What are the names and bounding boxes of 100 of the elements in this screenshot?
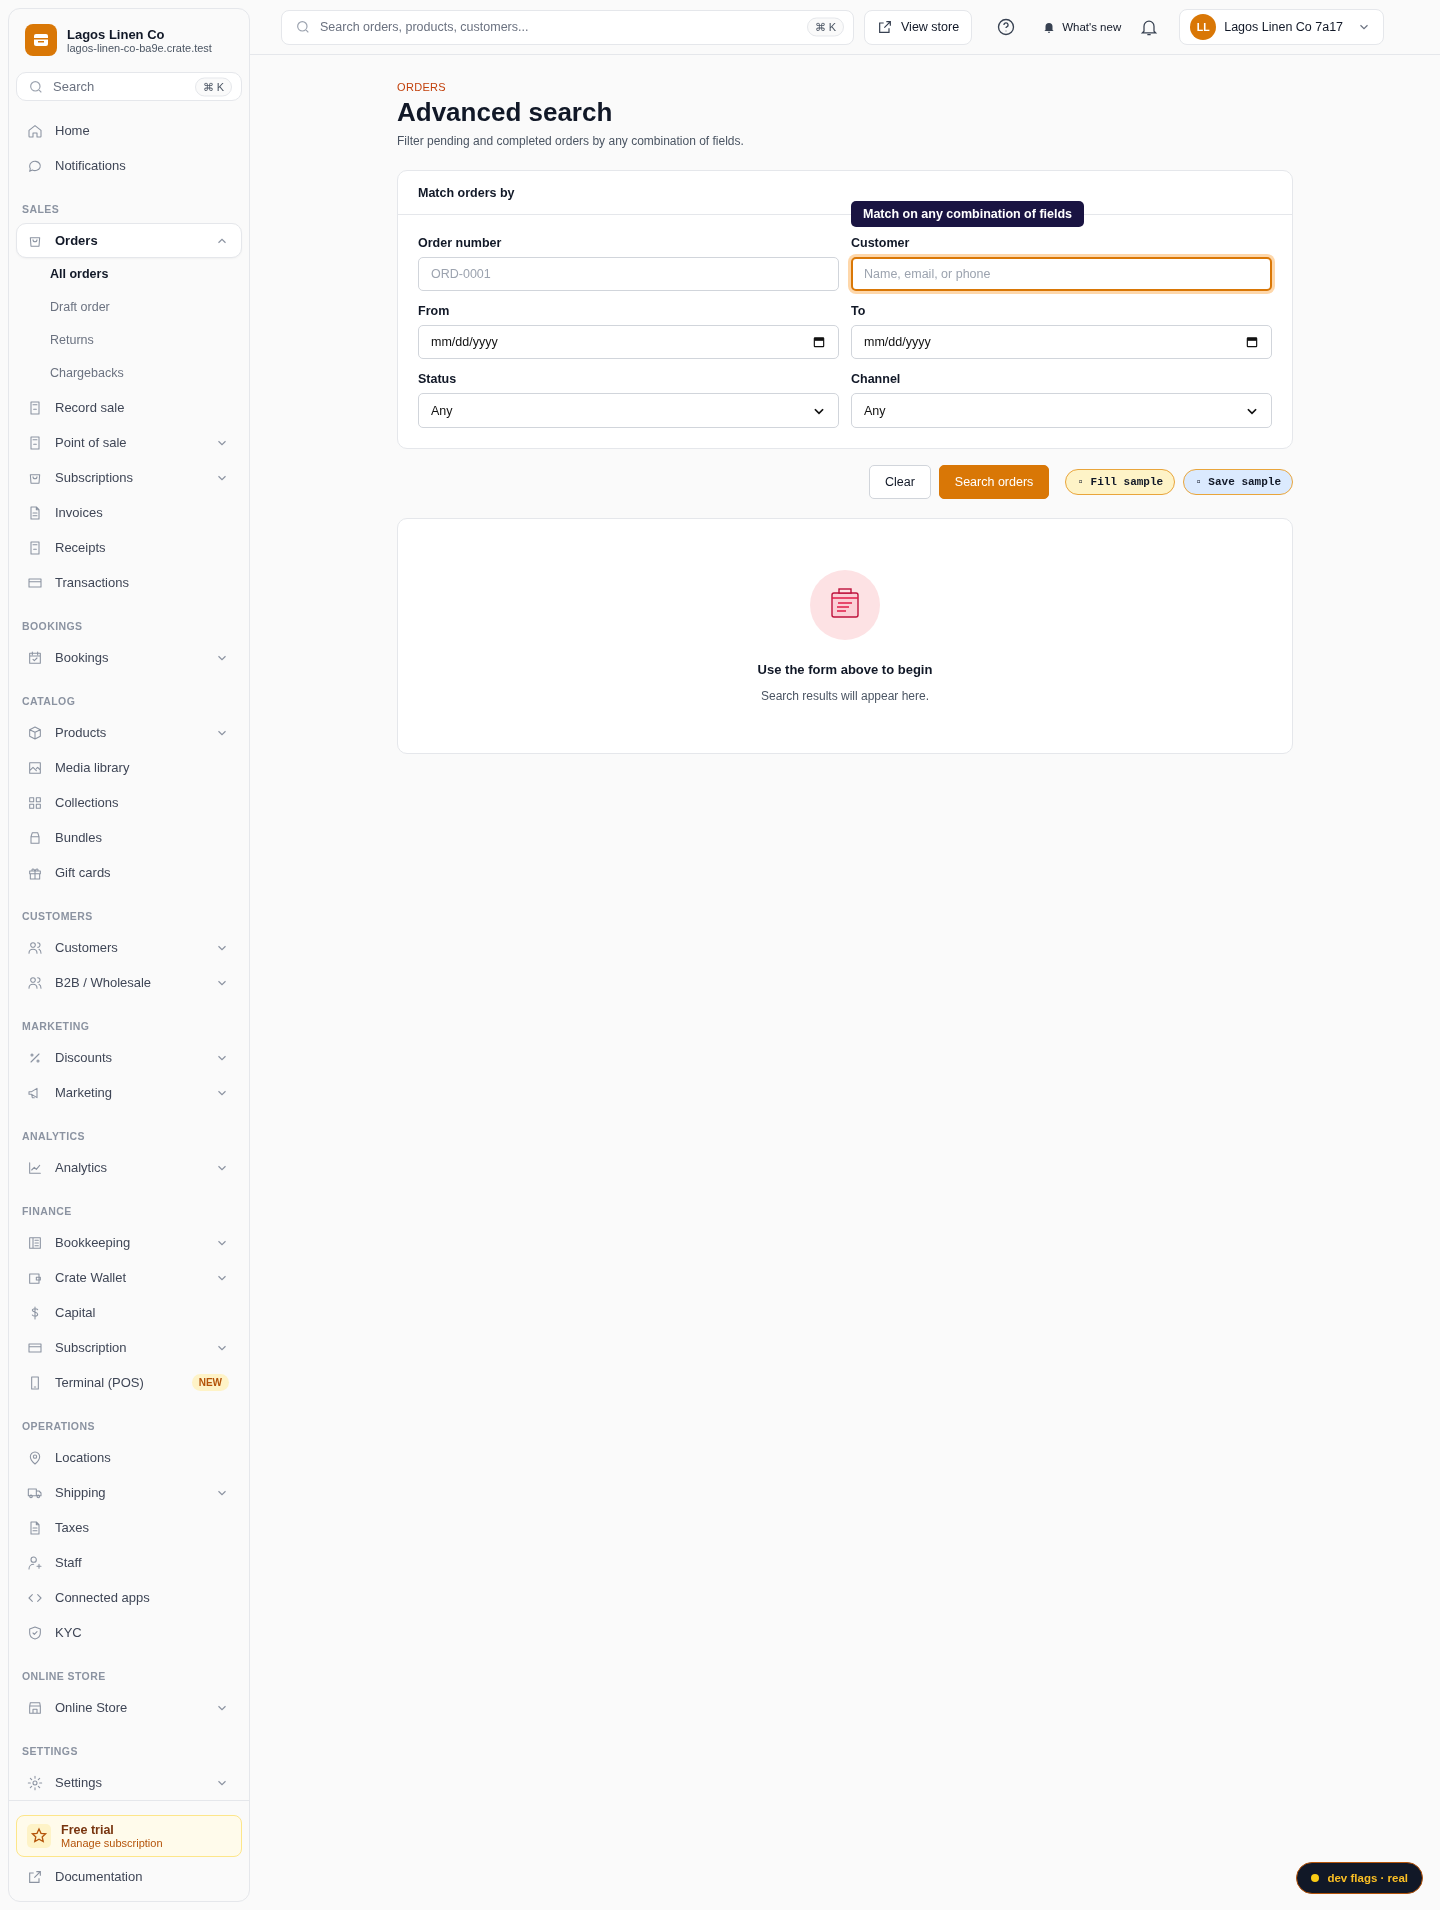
- trial-title: Free trial: [61, 1823, 115, 1837]
- nav-item[interactable]: Notifications: [16, 148, 242, 183]
- nav-item[interactable]: Capital: [16, 1295, 242, 1330]
- nav-subitem[interactable]: Returns: [16, 324, 242, 357]
- select-field[interactable]: Any: [851, 393, 1272, 428]
- tooltip: Match on any combination of fields: [851, 201, 1085, 227]
- field-label: Customer: [851, 235, 911, 251]
- dev-flags-badge[interactable]: dev flags · real: [1296, 1862, 1423, 1894]
- view-store-button[interactable]: View store: [864, 9, 973, 45]
- nav-item[interactable]: Connected apps: [16, 1580, 242, 1615]
- nav-item[interactable]: Settings: [16, 1765, 242, 1800]
- text-field[interactable]: Name, email, or phone: [851, 257, 1272, 291]
- nav-subitem[interactable]: All orders: [16, 258, 242, 291]
- nav-item[interactable]: Media library: [16, 750, 242, 785]
- section-label: BOOKINGS: [21, 619, 84, 634]
- whats-new-button[interactable]: What's new: [1034, 20, 1130, 34]
- image-icon: [27, 759, 43, 776]
- document-icon: [27, 504, 43, 521]
- box-icon: [27, 724, 43, 741]
- nav-item[interactable]: Subscriptions: [16, 460, 242, 495]
- section-label: ANALYTICS: [21, 1129, 86, 1144]
- store-domain: lagos-linen-co-ba9e.crate.test: [67, 41, 212, 54]
- empty-state-title: Use the form above to begin: [757, 662, 933, 677]
- card-title: Match orders by: [418, 185, 515, 200]
- nav-item[interactable]: Bookkeeping: [16, 1225, 242, 1260]
- documentation-link[interactable]: Documentation: [16, 1859, 242, 1894]
- nav-item[interactable]: B2B / Wholesale: [16, 965, 242, 1000]
- users-icon: [27, 939, 43, 956]
- calendar-icon: [1245, 335, 1259, 349]
- section-label: OPERATIONS: [21, 1419, 96, 1434]
- field-label: Channel: [851, 371, 902, 387]
- nav-item[interactable]: Invoices: [16, 495, 242, 530]
- location-pin-icon: [27, 1449, 43, 1466]
- section-label: SETTINGS: [21, 1744, 79, 1759]
- nav-item[interactable]: Subscription: [16, 1330, 242, 1365]
- field-label: Order number: [418, 235, 503, 251]
- clipboard-icon: [810, 570, 880, 640]
- nav-item[interactable]: Bookings: [16, 640, 242, 675]
- home-icon: [27, 122, 43, 139]
- nav-item[interactable]: Crate Wallet: [16, 1260, 242, 1295]
- breadcrumb: ORDERS: [397, 80, 448, 94]
- grid-icon: [27, 794, 43, 811]
- store-icon: [27, 1699, 43, 1716]
- date-field[interactable]: mm/dd/yyyy: [418, 325, 839, 359]
- store-name: Lagos Linen Co: [67, 26, 166, 42]
- sample-button[interactable]: ▫ Fill sample: [1065, 469, 1176, 495]
- receipt-icon: [27, 539, 43, 556]
- nav-item[interactable]: Customers: [16, 930, 242, 965]
- nav-item[interactable]: Bundles: [16, 820, 242, 855]
- section-label: ONLINE STORE: [21, 1669, 107, 1684]
- nav-item[interactable]: Marketing: [16, 1075, 242, 1110]
- nav-item[interactable]: Point of sale: [16, 425, 242, 460]
- nav-subitem[interactable]: Draft order: [16, 291, 242, 324]
- nav-item[interactable]: Discounts: [16, 1040, 242, 1075]
- external-link-icon: [27, 1868, 43, 1885]
- chart-icon: [27, 1159, 43, 1176]
- manage-subscription-link[interactable]: Manage subscription: [61, 1837, 163, 1849]
- calendar-icon: [812, 335, 826, 349]
- nav-item[interactable]: Transactions: [16, 565, 242, 600]
- section-label: FINANCE: [21, 1204, 73, 1219]
- receipt-icon: [27, 434, 43, 451]
- field-label: Status: [418, 371, 458, 387]
- nav-item[interactable]: KYC: [16, 1615, 242, 1650]
- external-link-icon: [877, 19, 893, 35]
- calendar-icon: [27, 649, 43, 666]
- nav-item[interactable]: Locations: [16, 1440, 242, 1475]
- select-field[interactable]: Any: [418, 393, 839, 428]
- receipt-icon: [27, 399, 43, 416]
- nav-item[interactable]: Home: [16, 113, 242, 148]
- nav-item[interactable]: Orders: [16, 223, 242, 258]
- nav-item[interactable]: Gift cards: [16, 855, 242, 890]
- store-logo-icon: [25, 24, 57, 56]
- nav-item[interactable]: Analytics: [16, 1150, 242, 1185]
- nav-item[interactable]: Terminal (POS) NEW: [16, 1365, 242, 1400]
- empty-state-text: Search results will appear here.: [760, 689, 930, 703]
- document-icon: [27, 1519, 43, 1536]
- new-badge: NEW: [191, 1374, 229, 1391]
- page-subtitle: Filter pending and completed orders by any combination of fields.: [397, 133, 745, 150]
- clear-button[interactable]: Clear: [868, 465, 931, 499]
- nav-item[interactable]: Shipping: [16, 1475, 242, 1510]
- field-label: To: [851, 303, 867, 319]
- search-icon: [295, 19, 311, 35]
- users-icon: [27, 974, 43, 991]
- section-label: MARKETING: [21, 1019, 91, 1034]
- nav-item[interactable]: Record sale: [16, 390, 242, 425]
- free-trial-card[interactable]: Free trial Manage subscription: [16, 1815, 242, 1857]
- sample-button[interactable]: ▫ Save sample: [1183, 469, 1293, 495]
- shield-icon: [27, 1624, 43, 1641]
- nav-item[interactable]: Receipts: [16, 530, 242, 565]
- nav-item[interactable]: Products: [16, 715, 242, 750]
- nav-item[interactable]: Collections: [16, 785, 242, 820]
- help-icon[interactable]: [996, 17, 1017, 37]
- nav-item[interactable]: Online Store: [16, 1690, 242, 1725]
- date-field[interactable]: mm/dd/yyyy: [851, 325, 1272, 359]
- nav-subitem[interactable]: Chargebacks: [16, 357, 242, 390]
- account-menu[interactable]: LL Lagos Linen Co 7a17: [1179, 9, 1385, 45]
- page-title: Advanced search: [397, 96, 614, 128]
- nav-item[interactable]: Taxes: [16, 1510, 242, 1545]
- nav-item[interactable]: Staff: [16, 1545, 242, 1580]
- section-label: SALES: [21, 202, 61, 217]
